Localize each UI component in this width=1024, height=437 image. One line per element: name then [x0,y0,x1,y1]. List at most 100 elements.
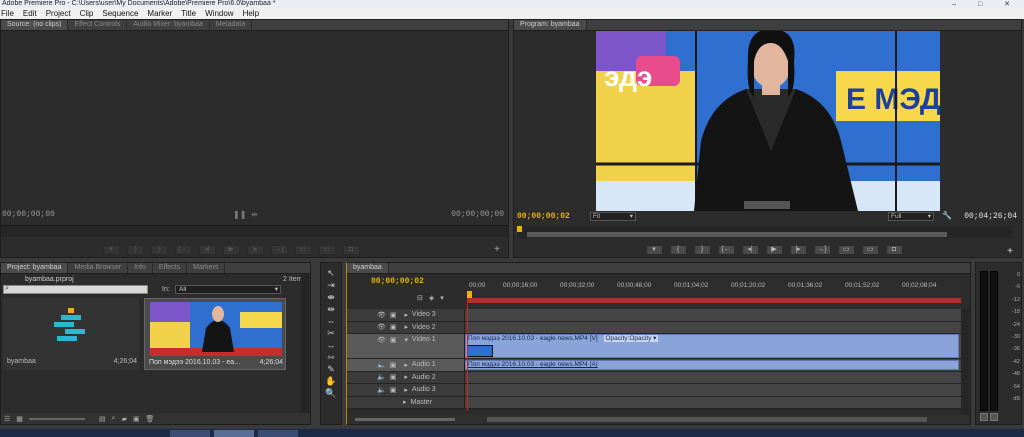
track-content[interactable] [465,384,961,396]
tab-project[interactable]: Project: byambaa [1,263,69,273]
track-content[interactable]: Поп мэдээ 2016.10.03 - eagle news.MP4 [A… [465,359,961,371]
project-scrollbar[interactable] [301,275,309,413]
pen-tool-icon[interactable]: ✎ [324,363,338,375]
automate-icon[interactable]: ▤ [99,415,106,423]
razor-tool-icon[interactable]: ✂ [324,327,338,339]
opacity-dropdown[interactable]: Opacity:Opacity ▾ [603,335,659,342]
source-mark-in-button[interactable]: { [126,244,144,255]
expand-icon[interactable]: ▸ [405,311,409,319]
program-playhead-marker[interactable] [517,226,522,232]
timeline-timecode[interactable]: 00;00;00;02 [371,277,424,286]
project-item-clip[interactable]: Поп мэдээ 2016.10.03 - ea... 4;26;04 [144,298,286,370]
tab-sequence[interactable]: byambaa [347,263,389,273]
tab-metadata[interactable]: Metadata [210,20,253,30]
playhead-line[interactable] [467,299,468,411]
track-content[interactable] [465,371,961,383]
source-step-fwd-button[interactable]: |▸ [246,244,264,255]
lock-icon[interactable]: ▣ [390,361,397,369]
program-export-frame-button[interactable]: ◘ [885,244,903,255]
window-controls[interactable]: – □ ✕ [952,0,1020,8]
source-scrub-bar[interactable] [1,225,508,237]
new-item-icon[interactable]: ▣ [133,415,140,423]
timeline-scroll-thumb[interactable] [487,417,927,422]
source-insert-button[interactable]: ▭ [294,244,312,255]
program-fit-select[interactable]: Fit ▾ [590,212,636,221]
menu-marker[interactable]: Marker [147,8,172,19]
taskbar-app-button[interactable] [170,430,210,437]
tab-source[interactable]: Source: (no clips) [1,20,69,30]
wrench-icon[interactable]: 🔧 [942,211,952,220]
program-mark-out-button[interactable]: } [693,244,711,255]
timeline-zoom-slider[interactable] [355,418,455,421]
menu-window[interactable]: Window [205,8,233,19]
expand-icon[interactable]: ▸ [404,373,408,381]
taskbar-app-button[interactable] [214,430,254,437]
source-trim-icon[interactable]: ⇹ [251,210,258,219]
zoom-slider[interactable] [28,417,85,420]
solo-right-button[interactable] [990,413,998,421]
menu-clip[interactable]: Clip [80,8,94,19]
project-item-sequence[interactable]: byambaa 4;26;04 [3,298,139,370]
tab-audio-mixer[interactable]: Audio Mixer: byambaa [127,20,210,30]
add-marker-icon[interactable]: ▾ [440,294,444,302]
menu-file[interactable]: File [1,8,14,19]
list-view-icon[interactable]: ☰ [4,415,10,423]
source-export-frame-button[interactable]: ◘ [342,244,360,255]
program-mark-in-button[interactable]: { [669,244,687,255]
source-step-back-button[interactable]: ◂| [198,244,216,255]
track-select-tool-icon[interactable]: ⇥ [324,279,338,291]
expand-icon[interactable]: ▸ [404,361,408,369]
video-clip[interactable]: Поп мэдээ 2016.10.03 - eagle news.MP4 [V… [465,334,959,358]
program-go-out-button[interactable]: →} [813,244,831,255]
audio-clip[interactable]: Поп мэдээ 2016.10.03 - eagle news.MP4 [A… [465,360,959,370]
hand-tool-icon[interactable]: ✋ [324,375,338,387]
tab-effects[interactable]: Effects [153,263,188,273]
program-go-in-button[interactable]: {← [717,244,735,255]
collapse-icon[interactable]: ▾ [405,336,409,344]
rolling-edit-tool-icon[interactable]: ⇹ [324,303,338,315]
solo-left-button[interactable] [980,413,988,421]
lock-icon[interactable]: ▣ [390,336,397,344]
track-content[interactable] [465,309,961,321]
speaker-icon[interactable]: 🔈 [377,373,386,381]
new-bin-icon[interactable]: ▰ [121,415,126,423]
menu-title[interactable]: Title [181,8,196,19]
expand-icon[interactable]: ▸ [405,323,409,331]
source-mark-out-button[interactable]: } [150,244,168,255]
source-pause-icon[interactable]: ❚❚ [233,210,246,219]
track-content[interactable] [465,396,961,408]
slide-tool-icon[interactable]: ⇿ [324,351,338,363]
source-go-out-button[interactable]: →} [270,244,288,255]
ripple-edit-tool-icon[interactable]: ⇼ [324,291,338,303]
program-extract-button[interactable]: ▭ [861,244,879,255]
timeline-h-scrollbar[interactable] [347,415,969,424]
program-add-button-icon[interactable]: + [1007,246,1013,257]
project-search-input[interactable]: ⌕ [3,285,148,294]
source-overwrite-button[interactable]: ▭ [318,244,336,255]
work-area-bar[interactable] [467,298,961,303]
speaker-icon[interactable]: 🔈 [377,361,386,369]
source-add-button-icon[interactable]: + [494,244,500,255]
find-icon[interactable]: ⌕ [112,415,116,423]
menu-edit[interactable]: Edit [23,8,37,19]
trash-icon[interactable]: 🗑 [145,415,154,423]
speaker-icon[interactable]: 🔈 [377,386,386,394]
taskbar-app-button[interactable] [258,430,298,437]
track-content[interactable] [465,321,961,333]
program-step-back-button[interactable]: ◂| [741,244,759,255]
expand-icon[interactable]: ▸ [404,386,408,394]
slip-tool-icon[interactable]: ↔ [324,339,338,351]
playhead-handle[interactable] [467,291,472,298]
lock-icon[interactable]: ▣ [390,323,397,331]
menu-project[interactable]: Project [46,8,71,19]
timeline-ruler[interactable]: 00;00 00;00;16;00 00;00;32;00 00;00;48;0… [467,281,961,305]
lock-icon[interactable]: ▣ [390,311,397,319]
eye-icon[interactable]: 👁 [377,336,386,344]
lock-icon[interactable]: ▣ [390,373,397,381]
tab-effect-controls[interactable]: Effect Controls [68,20,128,30]
marker-icon[interactable]: ◈ [429,294,434,302]
rate-stretch-tool-icon[interactable]: ⇔ [324,315,338,327]
program-scrub-bar[interactable] [517,226,1012,238]
selection-tool-icon[interactable]: ↖ [324,267,338,279]
tab-media-browser[interactable]: Media Browser [68,263,129,273]
